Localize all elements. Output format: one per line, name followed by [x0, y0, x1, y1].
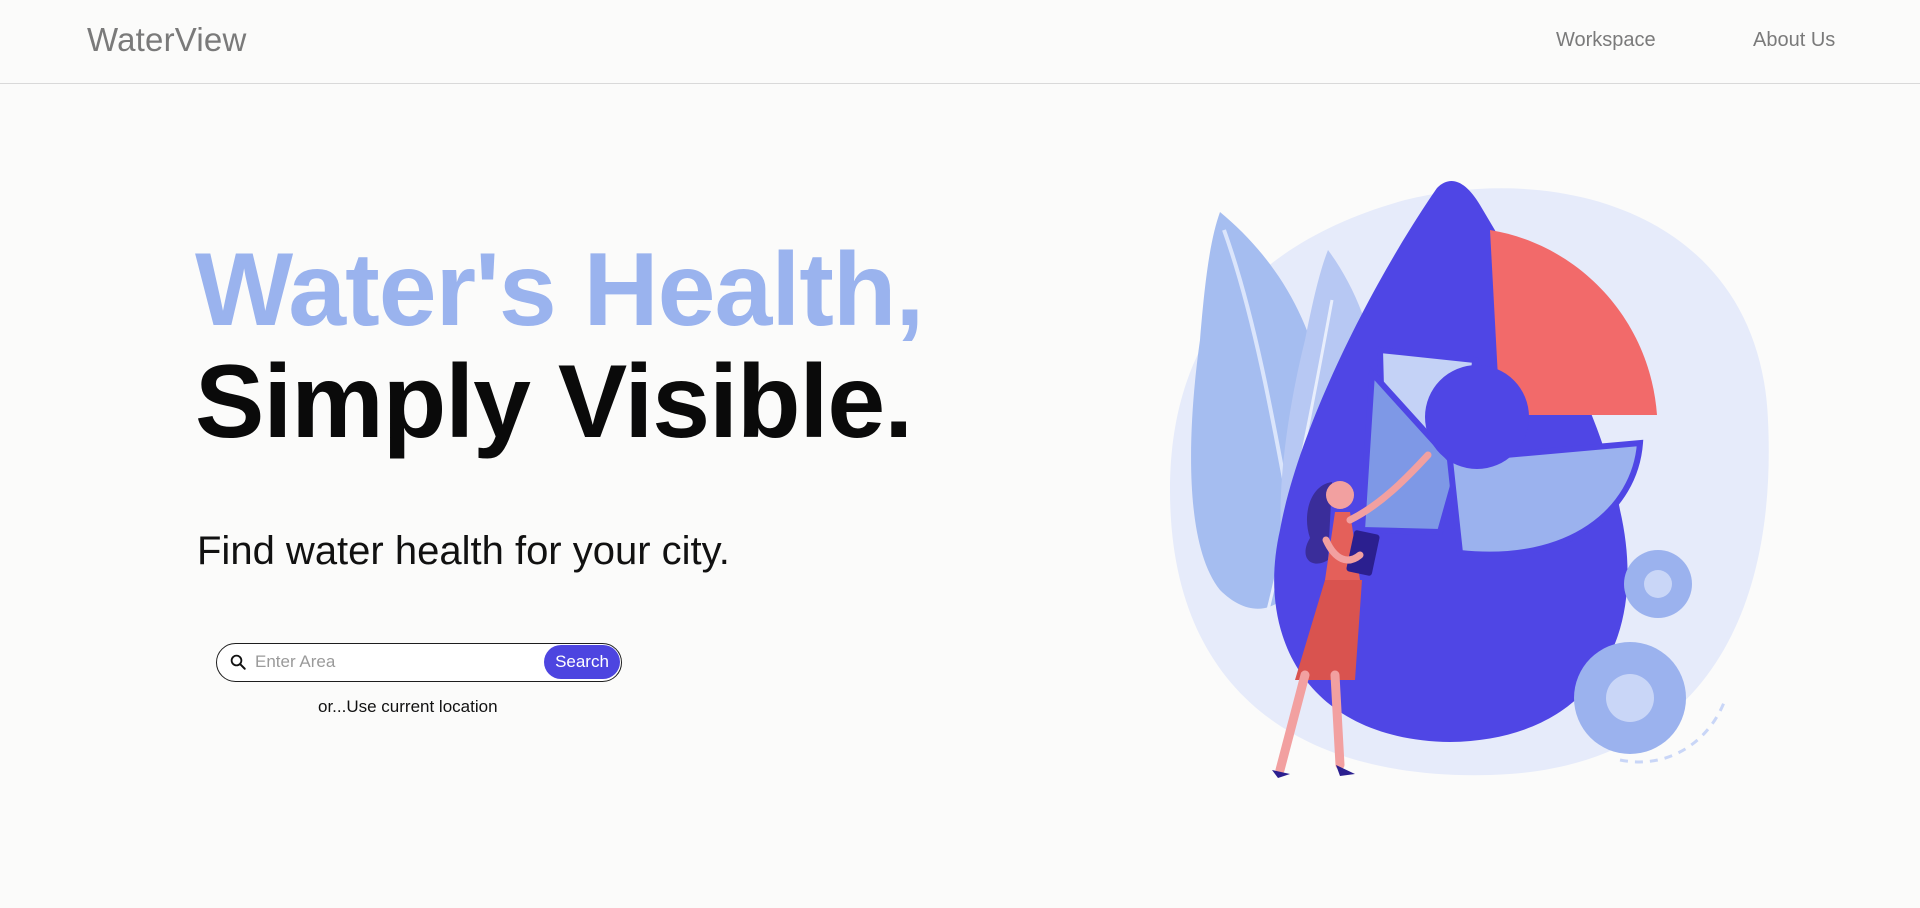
hero-headline-line2: Simply Visible.	[195, 344, 913, 460]
hero-subtitle: Find water health for your city.	[197, 529, 730, 573]
nav-link-workspace[interactable]: Workspace	[1556, 27, 1656, 53]
brand-logo[interactable]: WaterView	[87, 20, 247, 60]
search-icon	[230, 654, 246, 670]
top-navbar: WaterView Workspace About Us	[0, 0, 1920, 84]
area-search-box: Search	[216, 643, 622, 682]
search-button[interactable]: Search	[544, 645, 620, 679]
use-current-location-link[interactable]: or...Use current location	[318, 696, 498, 718]
area-search-input[interactable]	[253, 647, 553, 677]
nav-link-about-us[interactable]: About Us	[1753, 27, 1835, 53]
hero-headline-line1: Water's Health,	[195, 232, 924, 348]
water-health-illustration	[1170, 181, 1769, 778]
